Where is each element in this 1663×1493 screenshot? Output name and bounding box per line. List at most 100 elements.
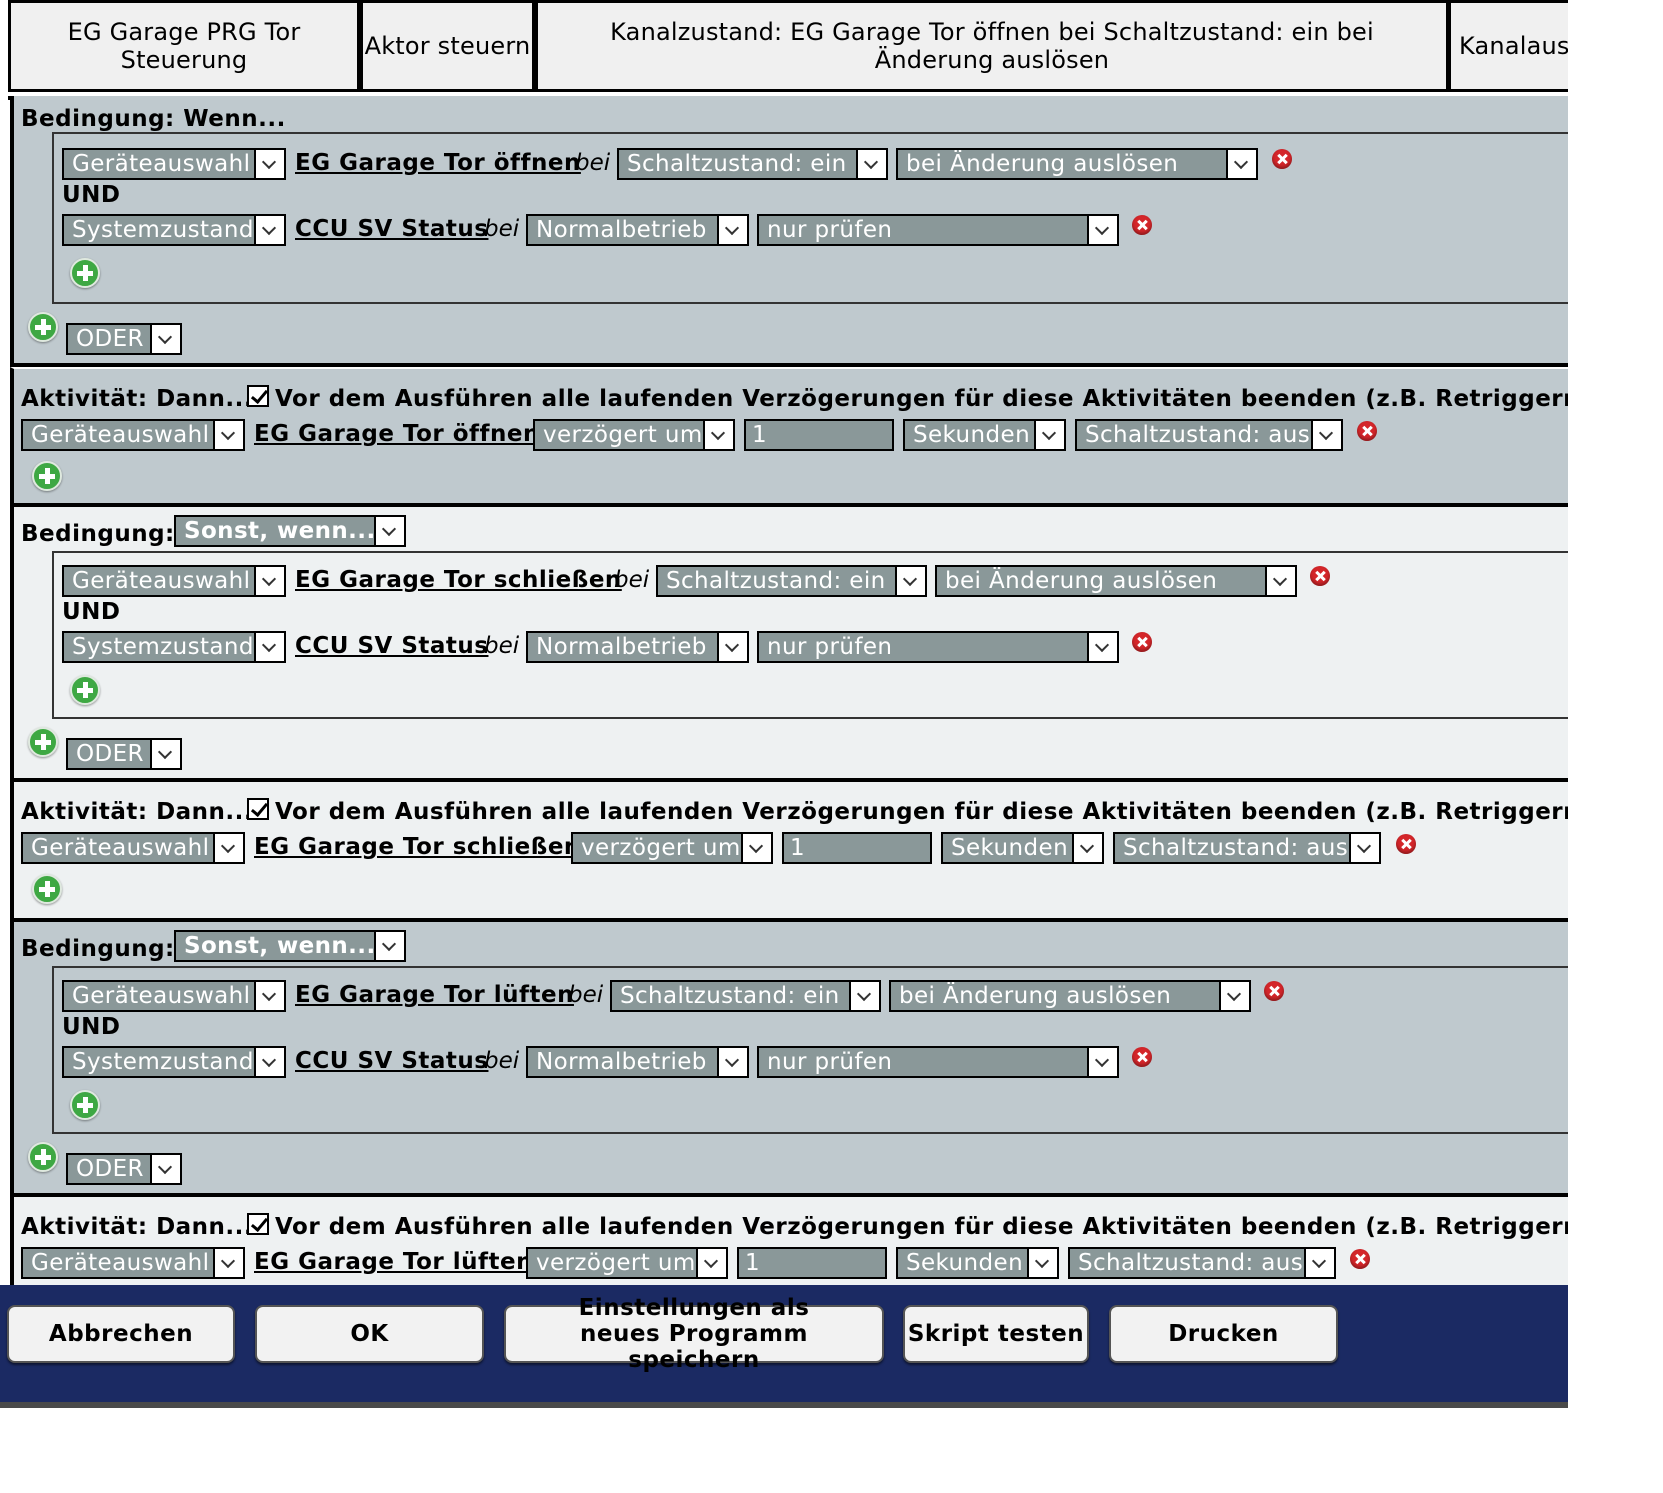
program-name-cell: EG Garage PRG Tor Steuerung <box>8 0 360 92</box>
trigger-select[interactable]: nur prüfen <box>757 1046 1119 1078</box>
activity-section-3: Aktivität: Dann... Vor dem Ausführen all… <box>10 1197 1568 1297</box>
ok-button[interactable]: OK <box>255 1305 484 1363</box>
test-script-button[interactable]: Skript testen <box>903 1305 1089 1363</box>
activity-label: Aktivität: Dann... <box>21 386 254 412</box>
or-select[interactable]: ODER <box>66 1153 182 1185</box>
state-select[interactable]: Normalbetrieb <box>526 214 749 246</box>
trigger-select[interactable]: bei Änderung auslösen <box>889 980 1251 1012</box>
or-select[interactable]: ODER <box>66 738 182 770</box>
delay-input[interactable]: 1 <box>744 419 894 451</box>
condition-label: Bedingung: <box>21 936 175 962</box>
device-link[interactable]: EG Garage Tor lüften <box>254 1249 533 1275</box>
chevron-down-icon <box>703 421 733 449</box>
plus-circle-icon[interactable] <box>70 675 100 705</box>
delete-x-icon[interactable] <box>1132 632 1152 652</box>
chevron-down-icon <box>849 982 879 1010</box>
timing-select[interactable]: verzögert um <box>533 419 735 451</box>
plus-circle-icon[interactable] <box>32 874 62 904</box>
condition-kind-select[interactable]: Sonst, wenn... <box>174 515 406 547</box>
delay-input[interactable]: 1 <box>782 832 932 864</box>
chevron-down-icon <box>895 567 925 595</box>
bottom-strip <box>0 1402 1568 1408</box>
checkbox-checked-icon[interactable] <box>247 1213 269 1235</box>
and-label: UND <box>62 182 121 208</box>
device-link[interactable]: EG Garage Tor schließen <box>254 834 581 860</box>
device-link[interactable]: CCU SV Status <box>295 633 488 659</box>
footer-bar: Abbrechen OK Einstellungen als neues Pro… <box>0 1285 1568 1408</box>
chevron-down-icon <box>150 740 180 768</box>
chevron-down-icon <box>213 834 243 862</box>
program-header: EG Garage PRG Tor Steuerung Aktor steuer… <box>8 0 1568 100</box>
chevron-down-icon <box>717 633 747 661</box>
chevron-down-icon <box>1072 834 1102 862</box>
trigger-select[interactable]: bei Änderung auslösen <box>896 148 1258 180</box>
condition-type-select[interactable]: Geräteauswahl <box>62 980 286 1012</box>
checkbox-checked-icon[interactable] <box>247 798 269 820</box>
activity-type-select[interactable]: Geräteauswahl <box>21 832 245 864</box>
device-link[interactable]: CCU SV Status <box>295 1048 488 1074</box>
chevron-down-icon <box>1226 150 1256 178</box>
state-select[interactable]: Normalbetrieb <box>526 631 749 663</box>
condition-section-1: Bedingung: Wenn... Geräteauswahl EG Gara… <box>10 96 1568 367</box>
condition-kind-select[interactable]: Sonst, wenn... <box>174 930 406 962</box>
delete-x-icon[interactable] <box>1264 981 1284 1001</box>
device-link[interactable]: EG Garage Tor lüften <box>295 982 574 1008</box>
trigger-select[interactable]: nur prüfen <box>757 214 1119 246</box>
condition-type-select[interactable]: Systemzustand <box>62 1046 286 1078</box>
trigger-select[interactable]: bei Änderung auslösen <box>935 565 1297 597</box>
value-select[interactable]: Schaltzustand: aus <box>1113 832 1381 864</box>
condition-section-3: Bedingung: Sonst, wenn... Geräteauswahl … <box>10 922 1568 1197</box>
device-link[interactable]: EG Garage Tor öffnen <box>254 421 540 447</box>
plus-circle-icon[interactable] <box>32 461 62 491</box>
delete-x-icon[interactable] <box>1132 215 1152 235</box>
chevron-down-icon <box>254 982 284 1010</box>
plus-circle-icon[interactable] <box>70 1090 100 1120</box>
trigger-select[interactable]: nur prüfen <box>757 631 1119 663</box>
chevron-down-icon <box>254 150 284 178</box>
state-select[interactable]: Normalbetrieb <box>526 1046 749 1078</box>
action-cell: Aktor steuern <box>360 0 535 92</box>
chevron-down-icon <box>1219 982 1249 1010</box>
unit-select[interactable]: Sekunden <box>903 419 1066 451</box>
device-link[interactable]: CCU SV Status <box>295 216 488 242</box>
condition-group: Geräteauswahl EG Garage Tor schließen be… <box>52 551 1568 719</box>
checkbox-checked-icon[interactable] <box>247 385 269 407</box>
value-select[interactable]: Schaltzustand: aus <box>1075 419 1343 451</box>
print-button[interactable]: Drucken <box>1109 1305 1338 1363</box>
unit-select[interactable]: Sekunden <box>896 1247 1059 1279</box>
device-link[interactable]: EG Garage Tor öffnen <box>295 150 581 176</box>
state-select[interactable]: Schaltzustand: ein <box>617 148 888 180</box>
device-link[interactable]: EG Garage Tor schließen <box>295 567 622 593</box>
cancel-button[interactable]: Abbrechen <box>7 1305 235 1363</box>
delete-x-icon[interactable] <box>1396 834 1416 854</box>
chevron-down-icon <box>254 216 284 244</box>
activity-type-select[interactable]: Geräteauswahl <box>21 1247 245 1279</box>
plus-circle-icon[interactable] <box>70 258 100 288</box>
chevron-down-icon <box>374 932 404 960</box>
plus-circle-icon[interactable] <box>28 312 58 342</box>
delete-x-icon[interactable] <box>1132 1047 1152 1067</box>
chevron-down-icon <box>717 216 747 244</box>
delete-x-icon[interactable] <box>1350 1249 1370 1269</box>
timing-select[interactable]: verzögert um <box>526 1247 728 1279</box>
delete-x-icon[interactable] <box>1310 566 1330 586</box>
condition-type-select[interactable]: Geräteauswahl <box>62 565 286 597</box>
condition-group: Geräteauswahl EG Garage Tor öffnen bei S… <box>52 132 1568 304</box>
condition-type-select[interactable]: Systemzustand <box>62 214 286 246</box>
save-as-new-program-button[interactable]: Einstellungen als neues Programm speiche… <box>504 1295 884 1373</box>
or-select[interactable]: ODER <box>66 323 182 355</box>
activity-type-select[interactable]: Geräteauswahl <box>21 419 245 451</box>
unit-select[interactable]: Sekunden <box>941 832 1104 864</box>
state-select[interactable]: Schaltzustand: ein <box>656 565 927 597</box>
condition-type-select[interactable]: Systemzustand <box>62 631 286 663</box>
delete-x-icon[interactable] <box>1272 149 1292 169</box>
delay-input[interactable]: 1 <box>737 1247 887 1279</box>
delete-x-icon[interactable] <box>1357 421 1377 441</box>
value-select[interactable]: Schaltzustand: aus <box>1068 1247 1336 1279</box>
condition-type-select[interactable]: Geräteauswahl <box>62 148 286 180</box>
plus-circle-icon[interactable] <box>28 727 58 757</box>
plus-circle-icon[interactable] <box>28 1142 58 1172</box>
timing-select[interactable]: verzögert um <box>571 832 773 864</box>
chevron-down-icon <box>1311 421 1341 449</box>
state-select[interactable]: Schaltzustand: ein <box>610 980 881 1012</box>
